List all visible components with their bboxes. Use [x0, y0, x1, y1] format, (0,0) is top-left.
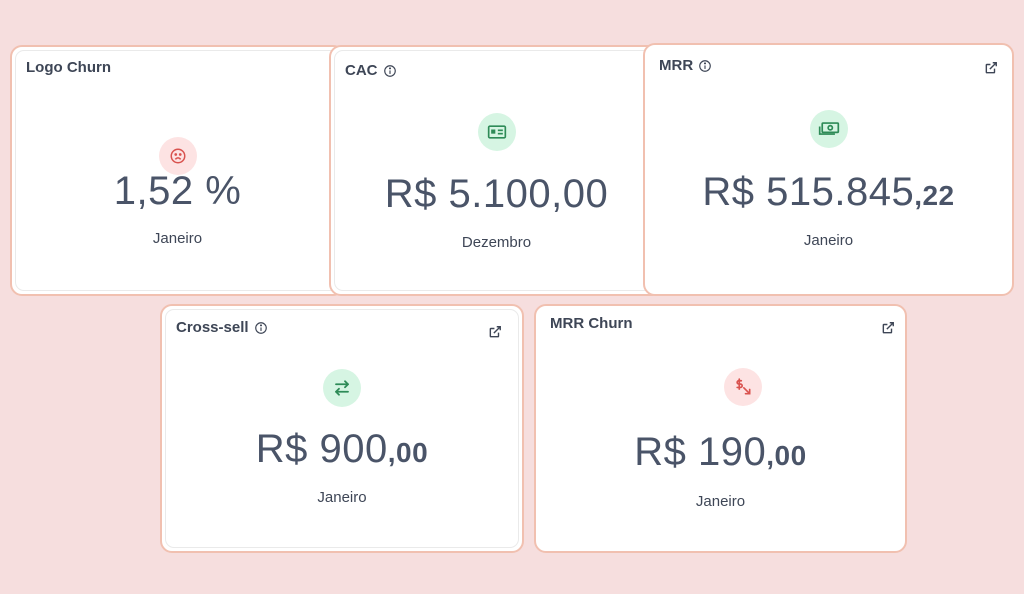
card-inner-border	[334, 50, 659, 291]
mrr-churn-title: MRR Churn	[550, 315, 633, 332]
card-title: CAC	[345, 62, 397, 79]
cross-sell-title: Cross-sell	[176, 319, 249, 336]
external-link-icon[interactable]	[881, 321, 895, 335]
id-card-icon	[477, 113, 516, 151]
card-title: Logo Churn	[26, 59, 111, 76]
cross-sell-value-cents: ,00	[387, 437, 429, 468]
dollar-down-icon	[724, 368, 762, 406]
info-icon[interactable]	[698, 59, 712, 73]
card-title: MRR	[659, 57, 712, 74]
info-icon[interactable]	[383, 64, 397, 78]
mrr-title: MRR	[659, 57, 694, 74]
cac-title: CAC	[345, 62, 378, 79]
logo-churn-card: Logo Churn 1,52 % Janeiro	[10, 45, 345, 296]
mrr-churn-value: R$ 190,00	[536, 430, 905, 475]
mrr-period: Janeiro	[803, 232, 854, 249]
logo-churn-period: Janeiro	[152, 230, 203, 247]
swap-arrows-icon	[323, 369, 361, 407]
cross-sell-value: R$ 900,00	[162, 427, 522, 472]
external-link-icon[interactable]	[488, 325, 502, 339]
logo-churn-value: 1,52 %	[113, 169, 242, 213]
page: { "cards": { "logo_churn": { "title": "L…	[0, 0, 1024, 594]
mrr-churn-value-cents: ,00	[766, 440, 807, 471]
card-title: MRR Churn	[550, 315, 633, 332]
money-icon	[809, 110, 848, 148]
cac-value: R$ 5.100,00	[384, 172, 609, 216]
mrr-churn-card: MRR Churn R$ 190,00 Janeiro	[534, 304, 907, 553]
mrr-value: R$ 515.845,22	[645, 170, 1012, 215]
mrr-churn-value-main: R$ 190	[634, 430, 767, 474]
cross-sell-value-main: R$ 900	[255, 427, 388, 471]
mrr-value-main: R$ 515.845	[702, 170, 915, 214]
mrr-card: MRR R$ 515.845,22 Janeiro	[643, 43, 1014, 296]
cross-sell-period: Janeiro	[317, 489, 367, 506]
cac-card: CAC R$ 5.100,00 Dezembro	[329, 45, 664, 296]
card-title: Cross-sell	[176, 319, 268, 336]
logo-churn-title: Logo Churn	[26, 59, 111, 76]
cross-sell-card: Cross-sell R$ 900,00 Janeiro	[160, 304, 524, 553]
external-link-icon[interactable]	[984, 61, 998, 75]
mrr-value-cents: ,22	[914, 180, 955, 211]
cac-period: Dezembro	[461, 234, 532, 251]
info-icon[interactable]	[254, 321, 268, 335]
mrr-churn-period: Janeiro	[695, 493, 746, 510]
